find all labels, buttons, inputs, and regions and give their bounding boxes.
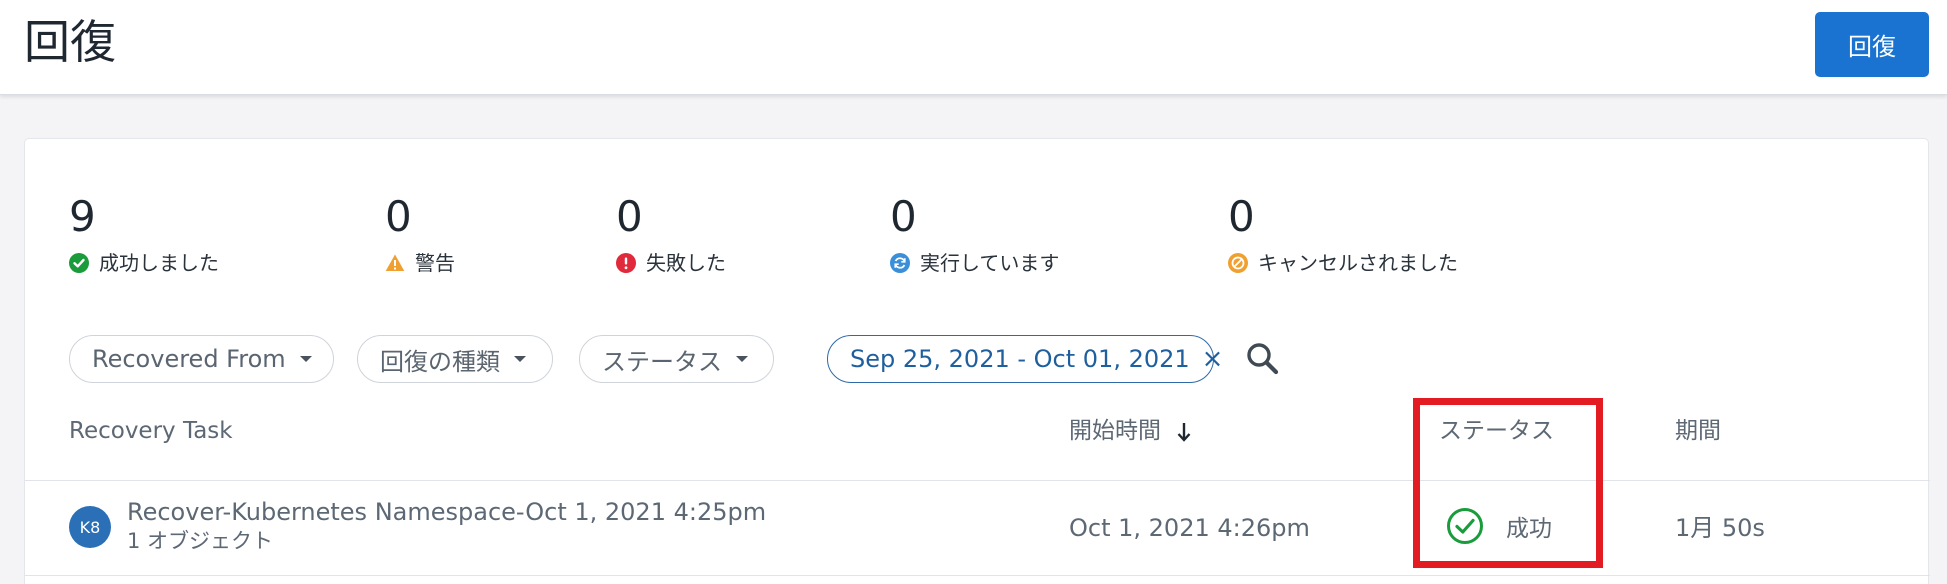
stat-label: 実行しています (920, 251, 1060, 275)
stat-warnings[interactable]: 0 警告 (385, 191, 455, 275)
filter-status[interactable]: ステータス (579, 335, 774, 383)
warning-triangle-icon (385, 254, 405, 271)
kubernetes-badge-icon: K8 (69, 506, 111, 548)
stat-label: 警告 (415, 251, 455, 275)
divider (25, 575, 1930, 576)
start-time-cell: Oct 1, 2021 4:26pm (1069, 514, 1310, 542)
task-name-link[interactable]: Recover-Kubernetes Namespace-Oct 1, 2021… (127, 497, 766, 527)
filter-label: 回復の種類 (380, 347, 500, 376)
status-highlight-box (1413, 398, 1603, 568)
clear-date-icon[interactable]: × (1202, 346, 1224, 372)
divider (25, 480, 1930, 481)
stat-value: 0 (616, 192, 643, 241)
filter-recovery-type[interactable]: 回復の種類 (357, 335, 553, 383)
caret-down-icon (736, 356, 748, 362)
stat-cancelled[interactable]: 0 キャンセルされました (1228, 191, 1458, 275)
stat-label: キャンセルされました (1258, 251, 1458, 275)
stat-label: 成功しました (99, 251, 219, 275)
search-icon[interactable] (1245, 341, 1281, 377)
caret-down-icon (299, 356, 312, 362)
recovery-card: 9 成功しました 0 警告 0 失敗した 0 実行しています 0 キャンセルされ… (24, 138, 1930, 584)
stat-value: 9 (69, 192, 96, 241)
error-exclamation-icon (616, 253, 636, 273)
column-header-task[interactable]: Recovery Task (69, 415, 233, 447)
date-range-label: Sep 25, 2021 - Oct 01, 2021 (850, 345, 1190, 373)
page-header: 回復 回復 (0, 0, 1947, 95)
column-header-duration[interactable]: 期間 (1675, 415, 1721, 447)
recover-button[interactable]: 回復 (1815, 12, 1929, 77)
sort-descending-arrow-icon (1177, 422, 1191, 442)
stat-label: 失敗した (646, 251, 726, 275)
column-header-start-time[interactable]: 開始時間 (1069, 415, 1192, 447)
page-title: 回復 (24, 15, 116, 69)
stat-value: 0 (1228, 192, 1255, 241)
caret-down-icon (514, 356, 526, 362)
running-refresh-icon (890, 253, 910, 273)
filter-recovered-from[interactable]: Recovered From (69, 335, 334, 383)
duration-cell: 1月 50s (1675, 514, 1765, 542)
cancelled-slash-icon (1228, 253, 1248, 273)
filter-label: Recovered From (92, 345, 286, 373)
filter-date-range[interactable]: Sep 25, 2021 - Oct 01, 2021 × (827, 335, 1223, 383)
stat-value: 0 (890, 192, 917, 241)
success-check-icon (69, 253, 89, 273)
stat-succeeded[interactable]: 9 成功しました (69, 191, 219, 275)
task-object-count: 1 オブジェクト (127, 529, 274, 553)
filter-label: ステータス (602, 347, 722, 376)
stat-running[interactable]: 0 実行しています (890, 191, 1059, 275)
stat-value: 0 (385, 192, 412, 241)
stat-failed[interactable]: 0 失敗した (616, 191, 726, 275)
